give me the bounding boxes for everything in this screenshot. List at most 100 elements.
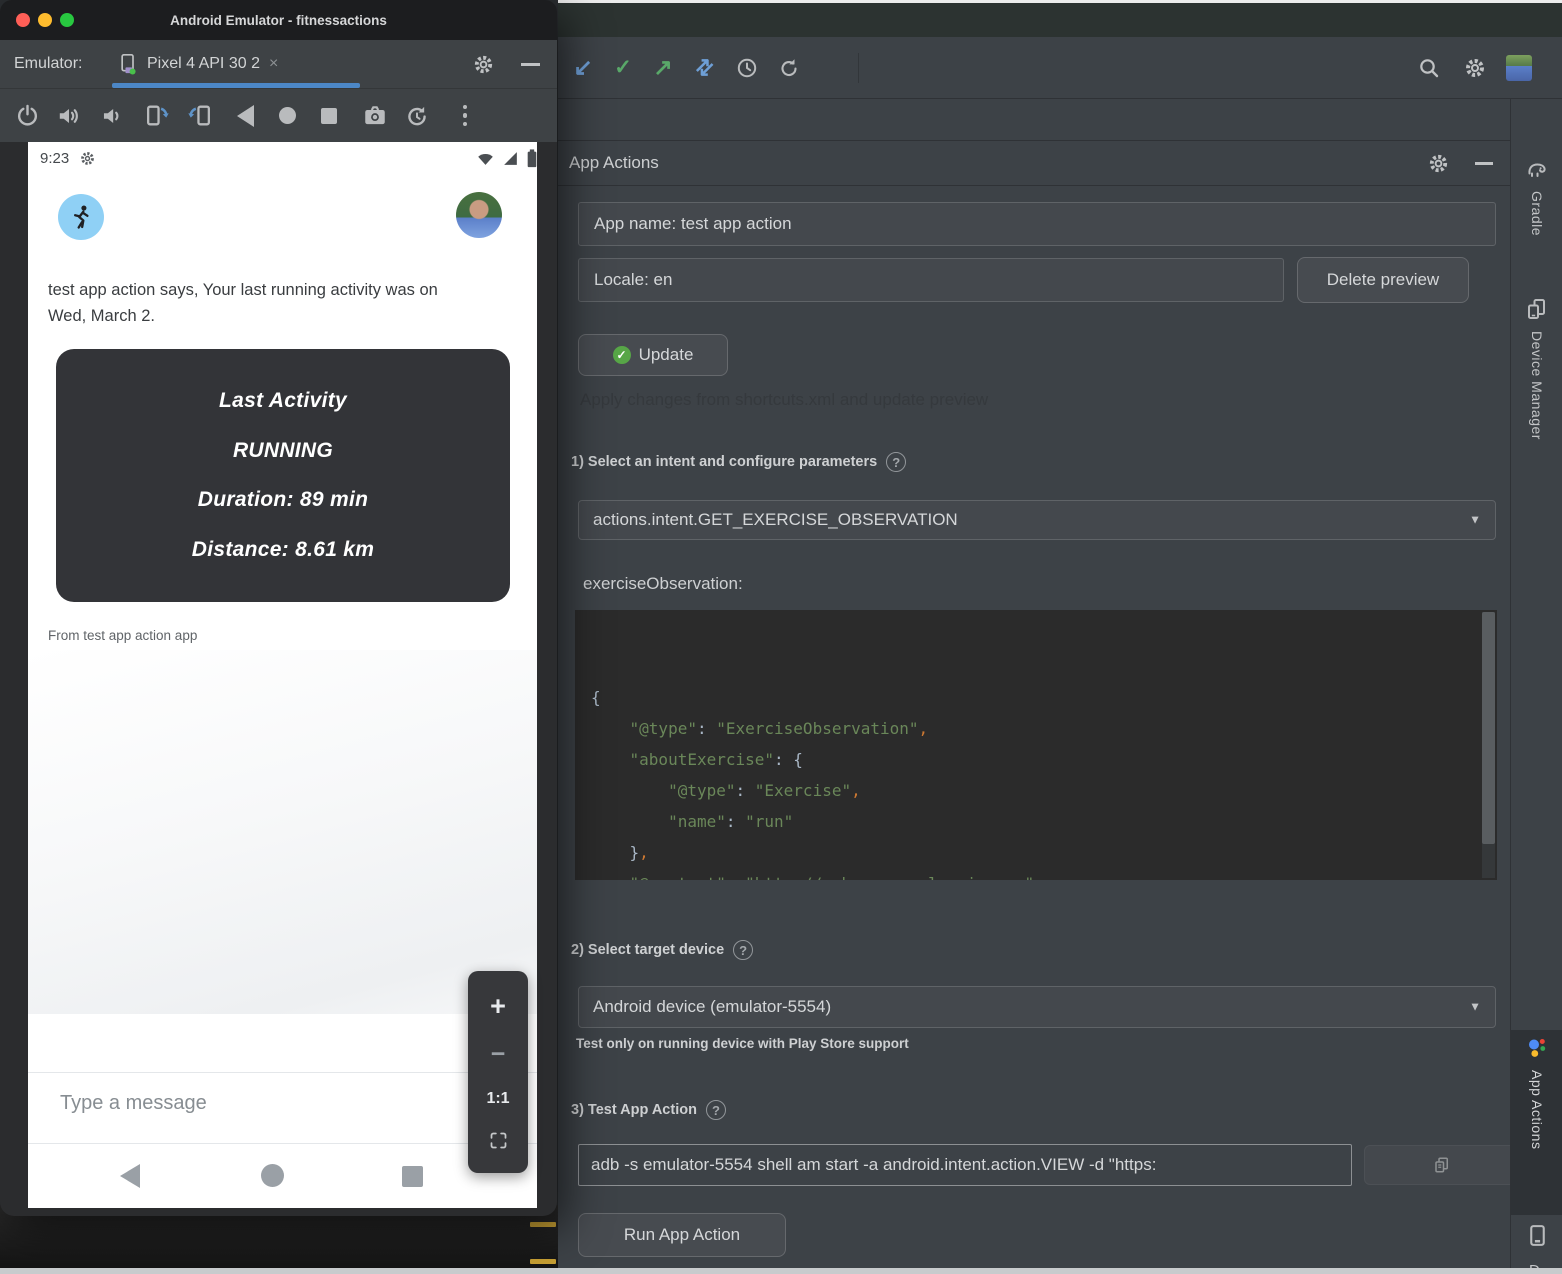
screenshot-root: ↙ ✓ ↗ ⇄ App Actions [0, 0, 1562, 1274]
zoom-out-button[interactable]: − [491, 1042, 506, 1067]
camera-icon [362, 103, 388, 129]
app-actions-panel-header: App Actions [558, 140, 1510, 186]
section1-label: 1) Select an intent and configure parame… [571, 452, 906, 472]
help-icon[interactable]: ? [733, 940, 753, 960]
app-avatar [58, 194, 104, 240]
wifi-icon [476, 149, 495, 168]
emulator-tabbar: Emulator: Pixel 4 API 30 2 × [0, 40, 557, 88]
settings-button[interactable] [1458, 51, 1492, 85]
emulator-minimize-button[interactable] [521, 63, 540, 66]
divider [28, 1143, 537, 1144]
studio-titlebar [558, 3, 1562, 37]
vcs-update-button[interactable]: ↙ [566, 51, 600, 85]
overview-icon [321, 108, 337, 124]
user-avatar [1506, 55, 1532, 81]
search-everywhere-button[interactable] [1412, 51, 1446, 85]
vcs-commit-button[interactable]: ✓ [606, 51, 640, 85]
tab-gradle[interactable]: Gradle [1511, 151, 1562, 291]
code-scrollbar-thumb[interactable] [1482, 612, 1495, 844]
source-note: From test app action app [48, 628, 197, 643]
panel-settings-button[interactable] [1427, 152, 1450, 180]
snapshots-button[interactable] [396, 96, 438, 136]
compose-input[interactable]: Type a message [60, 1092, 207, 1115]
locale-value: Locale: en [594, 270, 672, 290]
zoom-in-button[interactable]: + [490, 993, 506, 1020]
volume-down-button[interactable] [90, 96, 132, 136]
user-avatar [456, 192, 502, 238]
back-button[interactable] [224, 96, 266, 136]
card-title: Last Activity [56, 389, 510, 413]
status-bar: 9:23 [40, 150, 96, 167]
intent-dropdown[interactable]: actions.intent.GET_EXERCISE_OBSERVATION … [578, 500, 1496, 540]
snapshot-restore-icon [404, 103, 430, 129]
emulator-toolbar [0, 88, 557, 142]
nav-back-button[interactable] [120, 1164, 140, 1188]
target-device-dropdown[interactable]: Android device (emulator-5554) ▼ [578, 986, 1496, 1028]
android-studio-window: ↙ ✓ ↗ ⇄ App Actions [558, 0, 1562, 1274]
app-name-input[interactable]: App name: test app action [578, 202, 1496, 246]
help-icon[interactable]: ? [706, 1100, 726, 1120]
rotate-right-button[interactable] [178, 96, 220, 136]
card-duration: Duration: 89 min [56, 488, 510, 512]
volume-down-icon [98, 103, 124, 129]
tab-device-bottom[interactable] [1511, 1217, 1562, 1257]
rotate-right-icon [186, 102, 213, 129]
undo-icon [777, 56, 801, 80]
chat-background [28, 650, 537, 1014]
nav-recents-button[interactable] [402, 1166, 423, 1187]
tab-device-manager[interactable]: Device Manager [1511, 291, 1562, 481]
rotate-left-button[interactable] [136, 96, 178, 136]
home-button[interactable] [266, 96, 308, 136]
status-time: 9:23 [40, 150, 69, 167]
adb-command-input[interactable]: adb -s emulator-5554 shell am start -a a… [578, 1144, 1352, 1186]
power-button[interactable] [6, 96, 48, 136]
assistant-message: test app action says, Your last running … [48, 278, 458, 329]
section3-text: 3) Test App Action [571, 1102, 697, 1118]
update-label: Update [639, 345, 694, 365]
code-scrollbar[interactable] [1482, 612, 1495, 878]
gradle-elephant-icon [1525, 157, 1549, 181]
rotate-left-icon [144, 102, 171, 129]
history-button[interactable] [730, 51, 764, 85]
help-icon[interactable]: ? [886, 452, 906, 472]
emulator-settings-button[interactable] [472, 53, 495, 81]
update-button[interactable]: ✓ Update [578, 334, 728, 376]
activity-card: Last Activity RUNNING Duration: 89 min D… [56, 349, 510, 602]
close-tab-icon[interactable]: × [269, 55, 278, 73]
rollback-button[interactable] [772, 51, 806, 85]
more-options-button[interactable] [444, 96, 486, 136]
gear-icon [472, 53, 495, 76]
commit-icon: ✓ [614, 57, 632, 78]
volume-up-button[interactable] [48, 96, 90, 136]
overview-button[interactable] [308, 96, 350, 136]
tab-app-actions-label: App Actions [1529, 1070, 1545, 1149]
panel-minimize-button[interactable] [1475, 162, 1493, 165]
update-hint-text: Apply changes from shortcuts.xml and upd… [580, 390, 988, 410]
status-icons [476, 149, 537, 168]
user-account-button[interactable] [1502, 51, 1536, 85]
delete-preview-button[interactable]: Delete preview [1297, 257, 1469, 303]
section1-text: 1) Select an intent and configure parame… [571, 454, 877, 470]
nav-home-button[interactable] [261, 1164, 284, 1187]
studio-main-toolbar: ↙ ✓ ↗ ⇄ [558, 37, 1562, 99]
vcs-push-button[interactable]: ↗ [646, 51, 680, 85]
back-icon [237, 105, 254, 127]
screenshot-button[interactable] [354, 96, 396, 136]
emulator-titlebar: Android Emulator - fitnessactions [0, 0, 557, 40]
run-app-action-button[interactable]: Run App Action [578, 1213, 786, 1257]
tab-pixel-4[interactable]: Pixel 4 API 30 2 × [118, 40, 278, 88]
battery-icon [526, 149, 537, 168]
divider [28, 1072, 537, 1073]
actual-size-button[interactable]: 1:1 [486, 1090, 509, 1108]
intent-parameter-json-editor[interactable]: { "@type": "ExerciseObservation", "about… [575, 610, 1497, 880]
card-activity: RUNNING [56, 439, 510, 463]
tab-gradle-label: Gradle [1529, 191, 1545, 236]
fit-screen-button[interactable] [488, 1130, 509, 1151]
vcs-sync-button[interactable]: ⇄ [688, 51, 722, 85]
copy-command-button[interactable] [1364, 1145, 1520, 1185]
locale-input[interactable]: Locale: en [578, 258, 1284, 302]
tab-app-actions[interactable]: App Actions [1511, 1030, 1562, 1215]
tab-device-manager-label: Device Manager [1529, 331, 1545, 440]
virtual-device-icon [118, 53, 138, 75]
home-icon [279, 107, 296, 124]
